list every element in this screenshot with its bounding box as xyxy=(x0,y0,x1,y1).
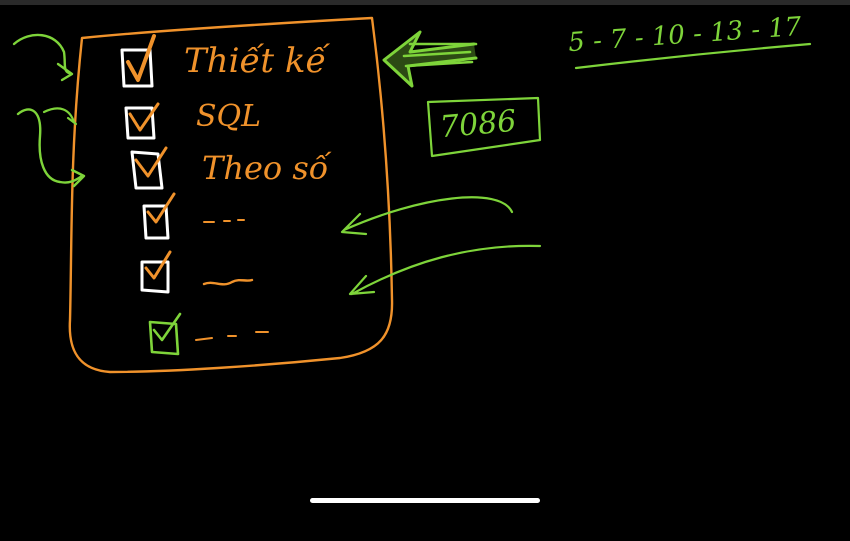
checkbox-3 xyxy=(130,146,168,190)
item-5-squiggle xyxy=(202,278,254,286)
checkbox-2 xyxy=(124,102,160,140)
sketch-layer xyxy=(12,16,812,374)
checkbox-1 xyxy=(120,34,156,88)
home-indicator[interactable] xyxy=(310,498,540,503)
drawing-canvas: Thiết kế SQL Theo số 5 - 7 - 10 - 13 - 1… xyxy=(0,0,850,541)
left-bracket-mid xyxy=(42,107,78,126)
checkbox-6 xyxy=(148,312,182,356)
item-label-3: Theo số xyxy=(202,149,329,187)
checkbox-4 xyxy=(142,192,176,240)
boxed-number: 7086 xyxy=(438,103,518,146)
item-label-1: Thiết kế xyxy=(184,41,327,81)
checkmark-5 xyxy=(144,250,172,280)
item-6-dashes xyxy=(195,331,269,341)
checkmark-4 xyxy=(146,192,176,224)
left-bracket-top xyxy=(12,33,74,82)
arrow-to-item-4 xyxy=(340,196,514,236)
item-label-2: SQL xyxy=(196,99,262,134)
item-4-dashes xyxy=(203,219,245,223)
arrow-to-item-5 xyxy=(348,244,542,296)
checkbox-5 xyxy=(140,250,172,294)
big-green-arrow xyxy=(382,30,478,88)
